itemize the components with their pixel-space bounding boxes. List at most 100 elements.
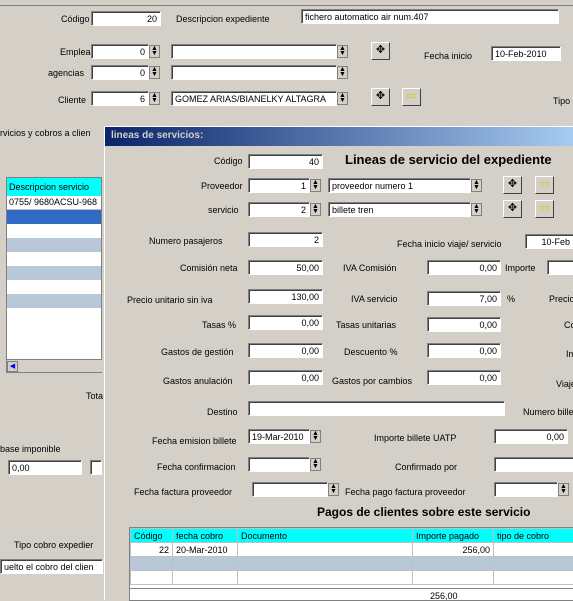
pagos-col-documento[interactable]: Documento [238, 529, 413, 543]
pagos-col-fecha[interactable]: fecha cobro [173, 529, 238, 543]
pagos-cell-documento [238, 543, 413, 557]
cliente-label: Cliente [58, 95, 86, 105]
tasas-label: Tasas % [202, 320, 236, 330]
codigo-field[interactable]: 20 [91, 11, 161, 26]
empleado-search-icon[interactable]: ✥ [371, 42, 390, 60]
servicio-label: servicio [208, 205, 239, 215]
empleado-spinner[interactable]: ▲▼ [149, 45, 160, 58]
fecha-inicio-viaje-field[interactable]: 10-Feb [525, 234, 573, 249]
list-item[interactable] [7, 294, 101, 308]
base-imponible-field[interactable]: 0,00 [8, 460, 82, 475]
im-cut-label: Im [566, 349, 573, 359]
importe-uatp-label: Importe billete UATP [374, 433, 456, 443]
iva-servicio-field[interactable]: 7,00 [427, 291, 501, 306]
cliente-folder-icon[interactable]: ▭ [402, 88, 421, 106]
cobro-select[interactable]: uelto el cobro del clien [0, 559, 103, 574]
servicios-cobros-label: rvicios y cobros a clien [0, 128, 91, 138]
agencias-name-field[interactable] [171, 65, 337, 80]
fecha-factura-field[interactable] [252, 482, 328, 497]
pagos-table[interactable]: Código fecha cobro Documento Importe pag… [129, 527, 573, 601]
scroll-left-icon[interactable]: ◀ [7, 361, 18, 372]
pagos-col-importe[interactable]: Importe pagado [413, 529, 494, 543]
list-item[interactable] [7, 308, 101, 322]
tasas-unitarias-field[interactable]: 0,00 [427, 317, 501, 332]
proveedor-folder-icon[interactable]: ▭ [535, 176, 554, 194]
fecha-confirmacion-field[interactable] [248, 457, 310, 472]
fecha-inicio-field[interactable]: 10-Feb-2010 [491, 46, 561, 61]
list-item[interactable] [7, 266, 101, 280]
d-codigo-field[interactable]: 40 [248, 154, 323, 169]
fecha-pago-spinner[interactable]: ▲▼ [558, 483, 569, 496]
list-item[interactable] [7, 238, 101, 252]
percent-label: % [507, 294, 515, 304]
descuento-field[interactable]: 0,00 [427, 343, 501, 358]
fecha-inicio-viaje-label: Fecha inicio viaje/ servicio [397, 239, 502, 249]
cliente-field[interactable]: 6 [91, 91, 149, 106]
empleado-field[interactable]: 0 [91, 44, 149, 59]
list-item[interactable] [7, 280, 101, 294]
proveedor-field[interactable]: 1 [248, 178, 310, 193]
list-item[interactable] [7, 252, 101, 266]
cliente-spinner[interactable]: ▲▼ [149, 92, 160, 105]
comision-neta-field[interactable]: 50,00 [248, 260, 323, 275]
table-row[interactable] [131, 571, 573, 585]
servicio-search-icon[interactable]: ✥ [503, 200, 522, 218]
list-hscrollbar[interactable]: ◀ [7, 359, 102, 372]
gastos-gestion-field[interactable]: 0,00 [248, 343, 323, 358]
cliente-name-spinner[interactable]: ▲▼ [337, 92, 348, 105]
agencias-spinner[interactable]: ▲▼ [149, 66, 160, 79]
table-row[interactable]: 22 20-Mar-2010 256,00 [131, 543, 573, 557]
descripcion-field[interactable]: fichero automatico air num.407 [301, 9, 559, 24]
fecha-factura-spinner[interactable]: ▲▼ [328, 483, 339, 496]
confirmado-por-field[interactable] [494, 457, 573, 472]
agencias-name-spinner[interactable]: ▲▼ [337, 66, 348, 79]
list-item[interactable] [7, 224, 101, 238]
pagos-cell-fecha: 20-Mar-2010 [173, 543, 238, 557]
fecha-emision-label: Fecha emision billete [152, 436, 237, 446]
iva-comision-field[interactable]: 0,00 [427, 260, 501, 275]
d-codigo-label: Código [214, 156, 243, 166]
fecha-emision-field[interactable]: 19-Mar-2010 [248, 429, 310, 444]
servicio-folder-icon[interactable]: ▭ [535, 200, 554, 218]
importe-uatp-field[interactable]: 0,00 [494, 429, 568, 444]
pagos-col-tipo[interactable]: tipo de cobro [494, 529, 573, 543]
precio-cut-label: Precio [549, 294, 573, 304]
pagos-cell-importe: 256,00 [413, 543, 494, 557]
proveedor-spinner[interactable]: ▲▼ [310, 179, 321, 192]
proveedor-name-spinner[interactable]: ▲▼ [471, 179, 482, 192]
empleado-name-field[interactable] [171, 44, 337, 59]
fecha-emision-spinner[interactable]: ▲▼ [310, 430, 321, 443]
cliente-search-icon[interactable]: ✥ [371, 88, 390, 106]
proveedor-search-icon[interactable]: ✥ [503, 176, 522, 194]
importe-field[interactable] [547, 260, 573, 275]
proveedor-name-field[interactable]: proveedor numero 1 [328, 178, 471, 193]
pagos-heading: Pagos de clientes sobre este servicio [317, 505, 530, 519]
servicios-list[interactable]: Descripcion servicio 0755/ 9680ACSU-968 … [6, 177, 102, 373]
servicio-name-spinner[interactable]: ▲▼ [471, 203, 482, 216]
servicio-spinner[interactable]: ▲▼ [310, 203, 321, 216]
cliente-name-field[interactable]: GOMEZ ARIAS/BIANELKY ALTAGRA [171, 91, 337, 106]
num-pasajeros-field[interactable]: 2 [248, 232, 323, 247]
list-item[interactable] [7, 210, 101, 224]
proveedor-label: Proveedor [201, 181, 243, 191]
total-label: Tota [86, 391, 103, 401]
list-item[interactable] [7, 322, 101, 336]
destino-field[interactable] [248, 401, 505, 416]
agencias-field[interactable]: 0 [91, 65, 149, 80]
empleado-name-spinner[interactable]: ▲▼ [337, 45, 348, 58]
confirmado-por-label: Confirmado por [395, 462, 457, 472]
fecha-confirmacion-spinner[interactable]: ▲▼ [310, 458, 321, 471]
gastos-anulacion-field[interactable]: 0,00 [248, 370, 323, 385]
side-field[interactable] [90, 460, 102, 475]
servicio-name-field[interactable]: billete tren [328, 202, 471, 217]
table-row[interactable] [131, 557, 573, 571]
gastos-cambios-field[interactable]: 0,00 [427, 370, 501, 385]
numero-billete-label: Numero bille [523, 407, 573, 417]
tasas-field[interactable]: 0,00 [248, 315, 323, 330]
fecha-pago-field[interactable] [494, 482, 558, 497]
servicio-field[interactable]: 2 [248, 202, 310, 217]
precio-unitario-field[interactable]: 130,00 [248, 289, 323, 304]
iva-servicio-label: IVA servicio [351, 294, 397, 304]
list-item[interactable]: 0755/ 9680ACSU-968 [7, 196, 101, 210]
pagos-col-codigo[interactable]: Código [131, 529, 173, 543]
